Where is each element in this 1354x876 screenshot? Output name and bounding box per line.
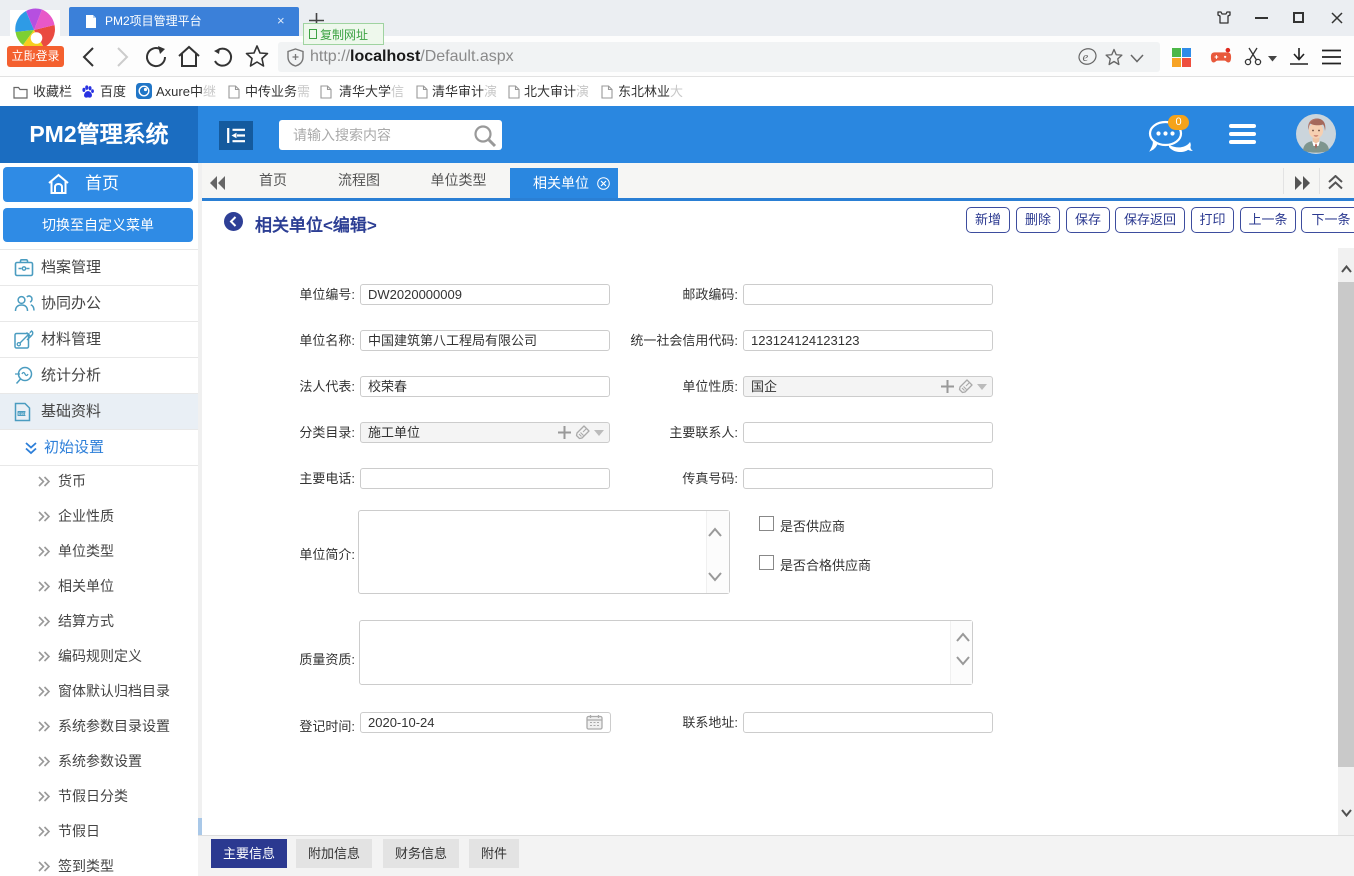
svg-text:e: e [1083,49,1089,64]
svg-text:0101: 0101 [18,412,26,416]
